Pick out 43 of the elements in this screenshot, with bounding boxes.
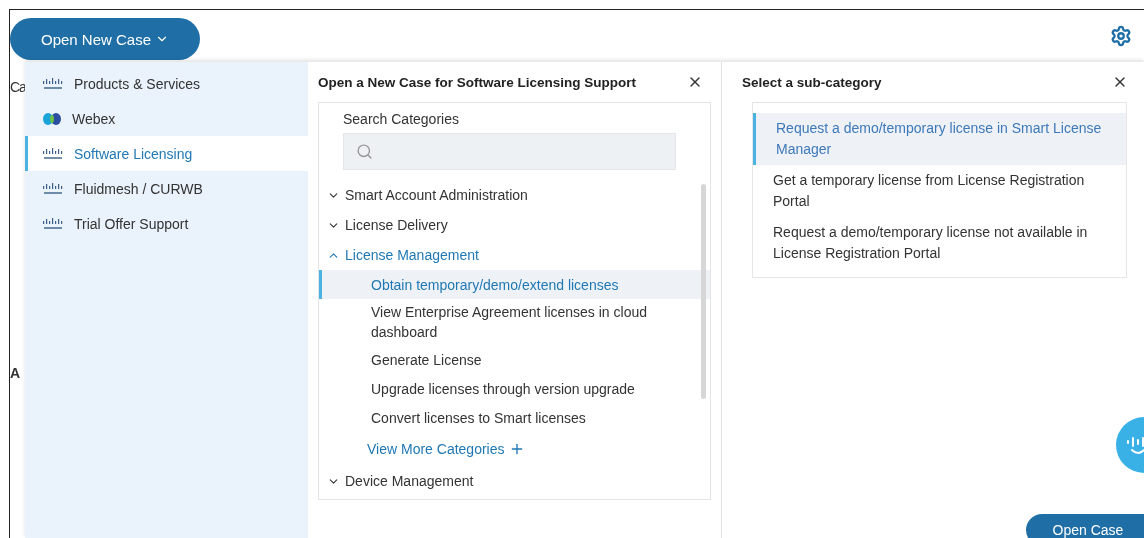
category-label: License Management [345,247,479,263]
category-item[interactable]: Device Management [319,466,710,496]
subcategory-option[interactable]: Request a demo/temporary license in Smart License Manager [753,113,1126,165]
product-menu-item[interactable]: Products & Services [25,66,308,101]
search-field[interactable] [343,133,676,170]
category-item[interactable]: License Management [319,240,710,270]
subcategory-option[interactable]: Get a temporary license from License Registration Portal [750,165,1126,217]
scrollbar[interactable] [701,184,706,399]
subcategory-item[interactable]: Upgrade licenses through version upgrade [319,374,710,403]
product-menu-item[interactable]: Trial Offer Support [25,206,308,241]
category-label: Device Management [345,473,474,489]
menu-item-label: Webex [72,110,116,127]
menu-item-label: Software Licensing [74,145,193,162]
menu-item-label: Products & Services [74,75,201,92]
menu-item-label: Fluidmesh / CURWB [74,180,203,197]
logo-icon [42,217,64,230]
subcategory-option[interactable]: Request a demo/temporary license not available in License Registration Portal [750,217,1126,269]
logo-icon [42,111,62,126]
menu-item-label: Trial Offer Support [74,215,189,232]
subcategory-item[interactable]: View Enterprise Agreement licenses in cloud dashboard [319,299,710,345]
logo-icon [42,182,64,195]
chat-face-icon [1126,434,1144,456]
cut-off-text: A [10,365,21,381]
subcategory-item[interactable]: Generate License [319,345,710,374]
panel-title: Open a New Case for Software Licensing Support [318,74,637,90]
category-item[interactable]: Smart Account Administration [319,180,710,210]
logo-icon [42,147,64,160]
category-item[interactable]: License Delivery [319,210,710,240]
settings-icon[interactable] [1110,25,1132,47]
search-label: Search Categories [343,111,460,127]
category-label: Smart Account Administration [345,187,528,203]
panel-title: Select a sub-category [742,74,882,90]
product-menu-item[interactable]: Fluidmesh / CURWB [25,171,308,206]
logo-icon [42,77,64,90]
product-menu-item[interactable]: Webex [25,101,308,136]
product-menu-item[interactable]: Software Licensing [25,136,308,171]
search-icon [356,143,373,160]
category-label: License Delivery [345,217,448,233]
subcategory-item[interactable]: Obtain temporary/demo/extend licenses [319,270,710,299]
view-more-link[interactable]: View More Categories [319,432,710,466]
open-new-case-button[interactable]: Open New Case [10,18,200,60]
subcategory-item[interactable]: Convert licenses to Smart licenses [319,403,710,432]
open-case-button[interactable]: Open Case [1026,514,1144,538]
